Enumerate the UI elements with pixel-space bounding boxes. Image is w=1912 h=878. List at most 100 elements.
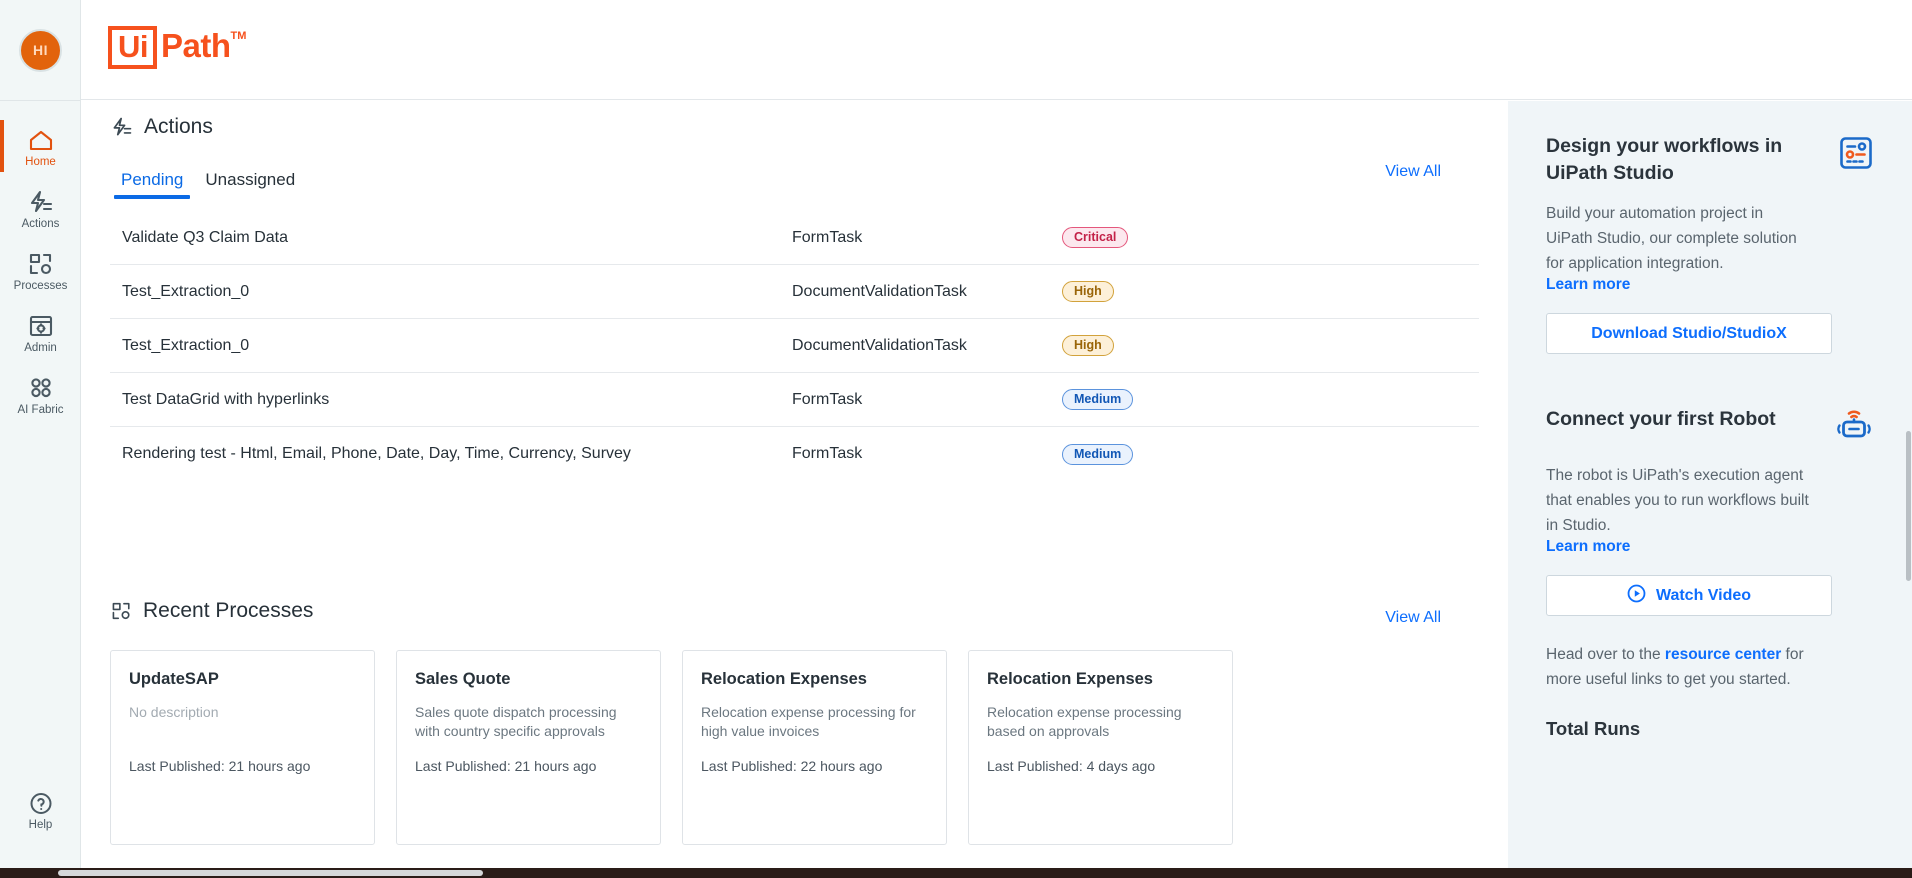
total-runs-heading: Total Runs [1546,718,1641,739]
processes-view-all-link[interactable]: View All [1385,609,1441,627]
process-last-published: Last Published: 4 days ago [987,758,1156,774]
rail-divider [0,100,81,101]
robot-learn-more-link[interactable]: Learn more [1546,538,1630,556]
logo-ui-text: Ui [118,29,149,64]
main-content: Actions Pending Unassigned View All Vali… [81,101,1508,868]
resource-center-link[interactable]: resource center [1665,646,1781,663]
logo-tm-mark: TM [230,30,247,42]
sidebar-item-label: Admin [24,342,57,354]
task-name: Validate Q3 Claim Data [122,228,288,246]
process-card[interactable]: Relocation Expenses Relocation expense p… [682,650,947,845]
download-studio-label: Download Studio/StudioX [1591,324,1787,342]
actions-bolt-icon [111,116,133,138]
table-row[interactable]: Test DataGrid with hyperlinks FormTask M… [110,373,1479,427]
sidebar-item-label: Processes [13,280,68,292]
page-title: Actions [144,115,213,138]
logo-ui-box: Ui [108,26,157,69]
status-badge: Critical [1062,227,1129,248]
task-priority: High [1062,281,1479,302]
ai-fabric-icon [28,375,54,401]
process-last-published: Last Published: 21 hours ago [129,758,311,774]
table-row[interactable]: Rendering test - Html, Email, Phone, Dat… [110,427,1479,481]
avatar[interactable]: HI [19,28,62,72]
uipath-logo[interactable]: Ui Path TM [108,26,246,69]
process-card[interactable]: Sales Quote Sales quote dispatch process… [396,650,661,845]
status-badge: Medium [1062,443,1134,465]
task-priority: Medium [1062,443,1479,465]
horizontal-scrollbar-thumb[interactable] [58,870,483,876]
task-type: DocumentValidationTask [792,282,967,300]
resource-center-footnote: Head over to the resource center for mor… [1546,642,1836,692]
studio-promo-title: Design your workflows in UiPath Studio [1546,135,1783,184]
vertical-scrollbar-thumb[interactable] [1906,431,1911,581]
logo-path-text: Path [161,27,231,64]
task-type: FormTask [792,228,863,246]
process-card[interactable]: UpdateSAP No description Last Published:… [110,650,375,845]
robot-icon [1834,406,1874,449]
task-name: Test DataGrid with hyperlinks [122,390,330,408]
actions-table: Validate Q3 Claim Data FormTask Critical… [81,211,1508,481]
sidebar-nav-list: Home Actions Processes Admin AI Fabric [0,118,81,428]
robot-promo-header: Connect your first Robot [1546,406,1874,449]
actions-header: Actions [81,115,1508,139]
actions-bolt-icon [28,189,54,215]
status-badge: High [1062,335,1114,356]
actions-section: Actions Pending Unassigned View All Vali… [81,115,1508,465]
task-type: DocumentValidationTask [792,336,967,354]
sidebar-item-admin[interactable]: Admin [0,304,81,366]
left-navigation-rail: HI Home Actions Processes Admin AI Fabri… [0,0,81,868]
sidebar-item-processes[interactable]: Processes [0,242,81,304]
process-card-list: UpdateSAP No description Last Published:… [110,650,1233,845]
task-name: Test_Extraction_0 [122,282,250,300]
download-studio-button[interactable]: Download Studio/StudioX [1546,313,1832,354]
sidebar-item-home[interactable]: Home [0,118,81,180]
table-row[interactable]: Test_Extraction_0 DocumentValidationTask… [110,265,1479,319]
process-description: Sales quote dispatch processing with cou… [415,704,617,739]
task-priority: Critical [1062,227,1479,248]
table-row[interactable]: Validate Q3 Claim Data FormTask Critical [110,211,1479,265]
robot-promo-body: The robot is UiPath's execution agent th… [1546,467,1809,534]
avatar-container: HI [0,0,81,100]
vertical-scrollbar[interactable] [1905,101,1912,868]
task-name: Rendering test - Html, Email, Phone, Dat… [122,445,631,462]
sidebar-item-actions[interactable]: Actions [0,180,81,242]
sidebar-item-label: Home [25,156,56,168]
task-priority: Medium [1062,389,1479,410]
question-circle-icon [28,790,54,816]
home-icon [28,127,54,153]
processes-icon [111,601,132,621]
robot-promo-block: Connect your first Robot The robot is Ui… [1546,406,1874,616]
play-circle-icon [1627,584,1646,608]
task-type: FormTask [792,445,863,462]
process-card[interactable]: Relocation Expenses Relocation expense p… [968,650,1233,845]
actions-view-all-link[interactable]: View All [1385,163,1441,181]
actions-tabs: Pending Unassigned [110,170,306,199]
horizontal-scrollbar[interactable] [0,868,1912,878]
sidebar-item-help[interactable]: Help [0,790,81,832]
watch-video-button[interactable]: Watch Video [1546,575,1832,616]
table-row[interactable]: Test_Extraction_0 DocumentValidationTask… [110,319,1479,373]
sidebar-item-ai-fabric[interactable]: AI Fabric [0,366,81,428]
process-description: Relocation expense processing based on a… [987,704,1182,739]
process-title: Relocation Expenses [987,670,1153,688]
studio-promo-body: Build your automation project in UiPath … [1546,205,1797,272]
sidebar-item-label: Actions [21,218,60,230]
processes-icon [28,251,54,277]
studio-board-icon [1838,133,1874,176]
tab-unassigned[interactable]: Unassigned [194,170,306,199]
tab-pending[interactable]: Pending [110,170,194,199]
process-description: Relocation expense processing for high v… [701,704,916,739]
process-title: Sales Quote [415,670,511,688]
process-last-published: Last Published: 21 hours ago [415,758,597,774]
top-header: Ui Path TM [81,0,1912,100]
task-name: Test_Extraction_0 [122,336,250,354]
recent-processes-section: Recent Processes View All UpdateSAP No d… [81,599,1508,845]
right-info-panel: Design your workflows in UiPath Studio B… [1508,101,1912,868]
studio-learn-more-link[interactable]: Learn more [1546,276,1630,294]
watch-video-label: Watch Video [1655,586,1752,604]
robot-promo-title: Connect your first Robot [1546,408,1776,430]
uipath-orchestrator-home: HI Home Actions Processes Admin AI Fabri… [0,0,1912,878]
section-title: Recent Processes [143,599,314,622]
process-title: UpdateSAP [129,670,219,688]
sidebar-item-label: AI Fabric [17,404,64,416]
